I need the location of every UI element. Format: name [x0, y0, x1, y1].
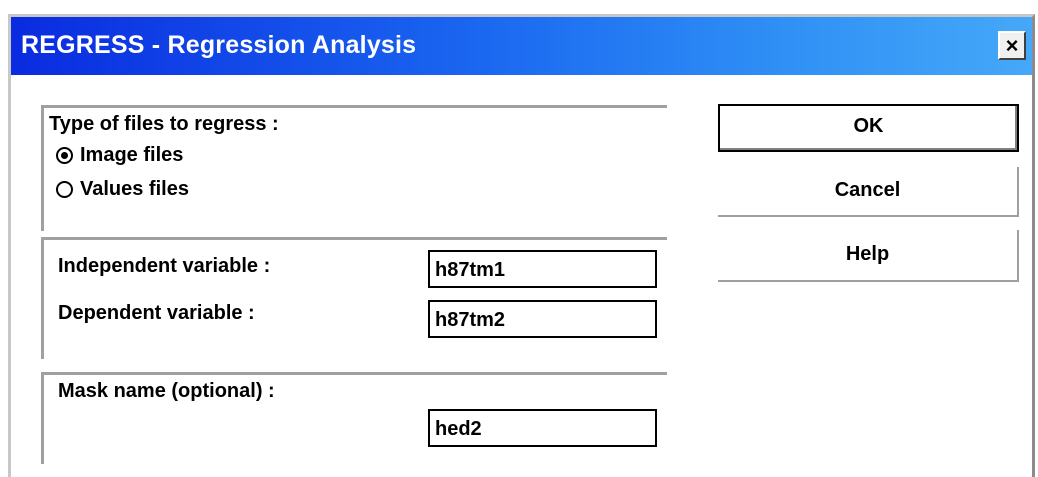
help-button[interactable]: Help [718, 230, 1019, 282]
mask-name-input[interactable]: hed2 [428, 409, 657, 447]
radio-values-files-button[interactable] [56, 181, 73, 198]
close-icon: × [1005, 33, 1019, 58]
title-bar[interactable]: REGRESS - Regression Analysis × [11, 17, 1032, 75]
cancel-button[interactable]: Cancel [718, 167, 1019, 217]
file-type-label: Type of files to regress : [49, 113, 279, 135]
window-title: REGRESS - Regression Analysis [21, 31, 417, 59]
radio-image-files[interactable]: Image files [56, 144, 183, 167]
radio-values-files-label: Values files [80, 178, 189, 200]
radio-values-files[interactable]: Values files [56, 178, 189, 201]
radio-image-files-button[interactable] [56, 147, 73, 164]
file-type-group: Type of files to regress : Image files V… [41, 105, 667, 231]
ok-button[interactable]: OK [718, 104, 1019, 152]
independent-variable-label: Independent variable : [58, 255, 271, 277]
independent-variable-input[interactable]: h87tm1 [428, 250, 657, 288]
radio-image-files-label: Image files [80, 144, 184, 166]
dependent-variable-label: Dependent variable : [58, 302, 255, 324]
dependent-variable-input[interactable]: h87tm2 [428, 300, 657, 338]
close-button[interactable]: × [998, 31, 1026, 60]
dialog-window: REGRESS - Regression Analysis × Type of … [8, 14, 1035, 477]
mask-name-label: Mask name (optional) : [58, 380, 275, 402]
